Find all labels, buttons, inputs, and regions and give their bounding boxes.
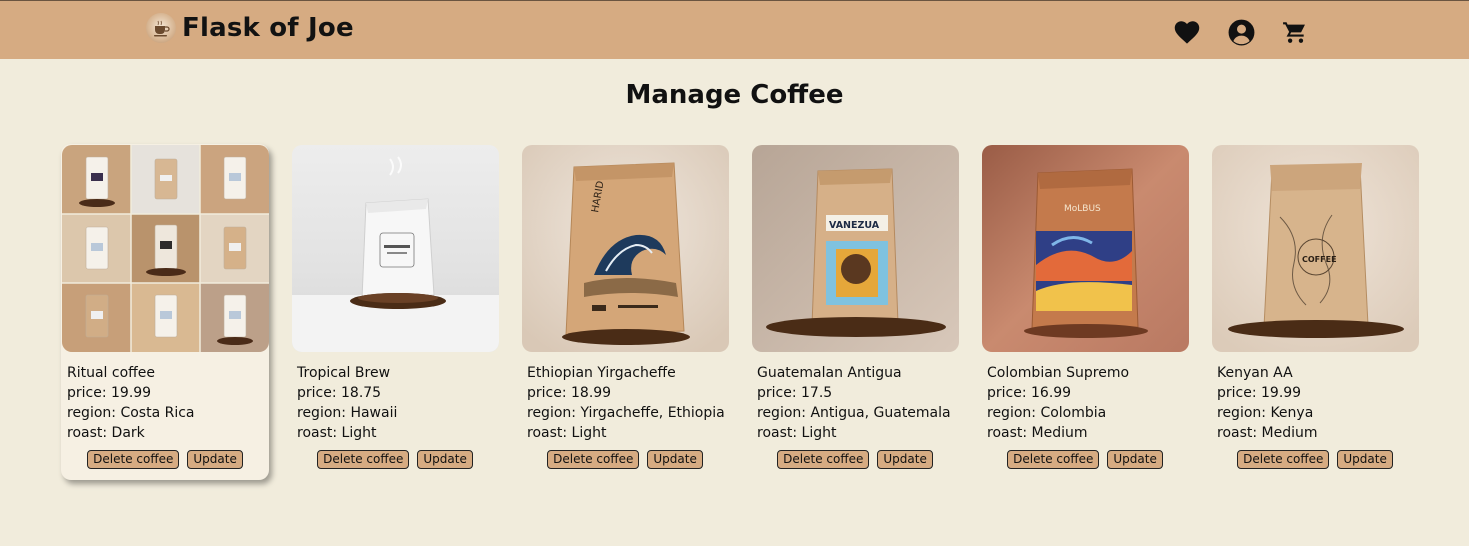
coffee-info: Guatemalan Antigua price: 17.5 region: A… [757,363,951,443]
coffee-info: Colombian Supremo price: 16.99 region: C… [987,363,1129,443]
coffee-region: region: Colombia [987,405,1107,421]
update-coffee-button[interactable]: Update [1337,450,1393,469]
delete-coffee-button[interactable]: Delete coffee [777,450,870,469]
coffee-region: region: Kenya [1217,405,1314,421]
coffee-name: Ethiopian Yirgacheffe [527,365,676,381]
coffee-price: price: 17.5 [757,385,833,401]
svg-text:VANEZUA: VANEZUA [829,220,880,231]
coffee-card: VANEZUA Guatemalan Antigua price: 17.5 r… [751,144,959,480]
navbar: Flask of Joe [0,0,1469,59]
svg-text:MoLBUS: MoLBUS [1064,204,1101,214]
coffee-region: region: Hawaii [297,405,398,421]
card-actions: Delete coffee Update [291,450,499,469]
update-coffee-button[interactable]: Update [647,450,703,469]
coffee-card: Tropical Brew price: 18.75 region: Hawai… [291,144,499,480]
coffee-region: region: Costa Rica [67,405,195,421]
card-actions: Delete coffee Update [751,450,959,469]
coffee-roast: roast: Light [757,425,837,441]
coffee-info: Kenyan AA price: 19.99 region: Kenya roa… [1217,363,1318,443]
cart-icon[interactable] [1281,18,1309,46]
card-actions: Delete coffee Update [61,450,269,469]
coffee-product-image: VANEZUA [752,145,959,352]
coffee-info: Ritual coffee price: 19.99 region: Costa… [67,363,195,443]
coffee-roast: roast: Medium [1217,425,1318,441]
coffee-price: price: 18.99 [527,385,612,401]
card-actions: Delete coffee Update [521,450,729,469]
coffee-card: COFFEE Kenyan AA price: 19.99 region: Ke… [1211,144,1419,480]
update-coffee-button[interactable]: Update [877,450,933,469]
coffee-name: Ritual coffee [67,365,156,381]
coffee-roast: roast: Dark [67,425,145,441]
coffee-name: Colombian Supremo [987,365,1130,381]
coffee-name: Kenyan AA [1217,365,1293,381]
coffee-info: Tropical Brew price: 18.75 region: Hawai… [297,363,397,443]
coffee-price: price: 18.75 [297,385,382,401]
coffee-info: Ethiopian Yirgacheffe price: 18.99 regio… [527,363,725,443]
card-actions: Delete coffee Update [1211,450,1419,469]
brand-title: Flask of Joe [182,13,354,43]
coffee-card-list: Ritual coffee price: 19.99 region: Costa… [61,144,1419,480]
coffee-price: price: 19.99 [1217,385,1302,401]
coffee-cup-icon [146,13,176,43]
svg-text:COFFEE: COFFEE [1302,255,1337,264]
coffee-roast: roast: Light [297,425,377,441]
update-coffee-button[interactable]: Update [187,450,243,469]
brand-link[interactable]: Flask of Joe [146,13,354,43]
coffee-roast: roast: Medium [987,425,1088,441]
update-coffee-button[interactable]: Update [417,450,473,469]
coffee-card: MoLBUS Colombian Supremo price: 16.99 re… [981,144,1189,480]
delete-coffee-button[interactable]: Delete coffee [317,450,410,469]
delete-coffee-button[interactable]: Delete coffee [87,450,180,469]
coffee-product-image: HARID [522,145,729,352]
coffee-product-image [62,145,269,352]
page-title: Manage Coffee [625,80,844,110]
heart-icon[interactable] [1173,18,1201,46]
coffee-region: region: Antigua, Guatemala [757,405,951,421]
coffee-region: region: Yirgacheffe, Ethiopia [527,405,725,421]
delete-coffee-button[interactable]: Delete coffee [1237,450,1330,469]
card-actions: Delete coffee Update [981,450,1189,469]
coffee-roast: roast: Light [527,425,607,441]
nav-icons [1173,18,1309,46]
coffee-product-image: MoLBUS [982,145,1189,352]
coffee-product-image [292,145,499,352]
coffee-card: HARID Ethiopian Yirgacheffe price: 18.99… [521,144,729,480]
coffee-price: price: 16.99 [987,385,1072,401]
delete-coffee-button[interactable]: Delete coffee [547,450,640,469]
coffee-name: Tropical Brew [297,365,391,381]
coffee-name: Guatemalan Antigua [757,365,902,381]
coffee-card: Ritual coffee price: 19.99 region: Costa… [61,144,269,480]
update-coffee-button[interactable]: Update [1107,450,1163,469]
coffee-price: price: 19.99 [67,385,152,401]
coffee-product-image: COFFEE [1212,145,1419,352]
delete-coffee-button[interactable]: Delete coffee [1007,450,1100,469]
user-account-icon[interactable] [1227,18,1255,46]
